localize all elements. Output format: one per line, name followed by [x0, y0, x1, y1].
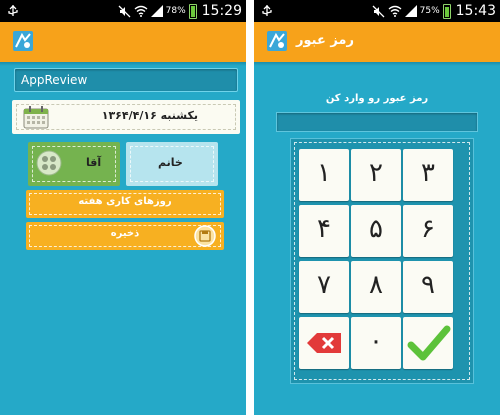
- battery-percent: 75%: [419, 6, 440, 16]
- key-9[interactable]: ۹: [403, 261, 453, 313]
- mute-icon: [372, 5, 385, 17]
- gender-male-option[interactable]: آقا: [28, 142, 120, 186]
- name-input[interactable]: [15, 69, 237, 91]
- mute-icon: [118, 5, 131, 17]
- confirm-key[interactable]: [403, 317, 453, 369]
- week-days-button[interactable]: روزهای کاری هفته: [26, 190, 224, 218]
- key-7[interactable]: ۷: [299, 261, 349, 313]
- gender-male-label: آقا: [86, 156, 102, 169]
- delete-key[interactable]: [299, 317, 349, 369]
- signal-icon: [404, 5, 417, 17]
- save-button[interactable]: ذخیره: [26, 222, 224, 250]
- wifi-icon: [388, 5, 402, 17]
- key-1[interactable]: ۱: [299, 149, 349, 201]
- wifi-icon: [134, 5, 148, 17]
- key-8[interactable]: ۸: [351, 261, 401, 313]
- radio-selected-icon: [36, 150, 62, 176]
- key-6[interactable]: ۶: [403, 205, 453, 257]
- checkmark-icon: [407, 325, 451, 361]
- battery-icon: [188, 3, 197, 19]
- clock: 15:29: [201, 3, 242, 19]
- screens: 78% 15:29 AppReview یکشنبه ۱۳۶۴/۴/۱۶ خان…: [0, 0, 500, 415]
- app-logo-icon: [13, 31, 33, 51]
- password-prompt: رمز عبور رو وارد کن: [325, 93, 429, 104]
- week-days-button-label: روزهای کاری هفته: [78, 196, 172, 207]
- keypad: ۱ ۲ ۳ ۴ ۵ ۶ ۷ ۸ ۹ ۰: [290, 138, 474, 384]
- gender-female-option[interactable]: خانم: [126, 142, 218, 186]
- clock: 15:43: [455, 3, 496, 19]
- gender-female-label: خانم: [158, 156, 183, 169]
- calendar-icon: [23, 106, 49, 129]
- usb-icon: [262, 5, 272, 16]
- signal-icon: [150, 5, 163, 17]
- key-5[interactable]: ۵: [351, 205, 401, 257]
- app-logo-icon: [267, 31, 287, 51]
- key-4[interactable]: ۴: [299, 205, 349, 257]
- backspace-icon: [307, 333, 341, 353]
- key-3[interactable]: ۳: [403, 149, 453, 201]
- save-icon: [194, 225, 216, 247]
- password-field[interactable]: [276, 112, 478, 133]
- page-title: رمز عبور: [296, 33, 354, 48]
- birth-date-text: یکشنبه ۱۳۶۴/۴/۱۶: [101, 109, 198, 122]
- app-bar: رمز عبور: [254, 22, 500, 66]
- status-bar: 75% 15:43: [254, 0, 500, 22]
- battery-icon: [442, 3, 451, 19]
- name-field[interactable]: [14, 68, 238, 92]
- key-0[interactable]: ۰: [351, 317, 401, 369]
- profile-screen: 78% 15:29 AppReview یکشنبه ۱۳۶۴/۴/۱۶ خان…: [0, 0, 246, 415]
- battery-percent: 78%: [165, 6, 186, 16]
- password-screen: 75% 15:43 رمز عبور رمز عبور رو وارد کن ۱…: [254, 0, 500, 415]
- password-input[interactable]: [277, 114, 477, 133]
- app-bar: [0, 22, 246, 66]
- birth-date-field[interactable]: یکشنبه ۱۳۶۴/۴/۱۶: [12, 100, 240, 134]
- key-2[interactable]: ۲: [351, 149, 401, 201]
- status-bar: 78% 15:29: [0, 0, 246, 22]
- usb-icon: [8, 5, 18, 16]
